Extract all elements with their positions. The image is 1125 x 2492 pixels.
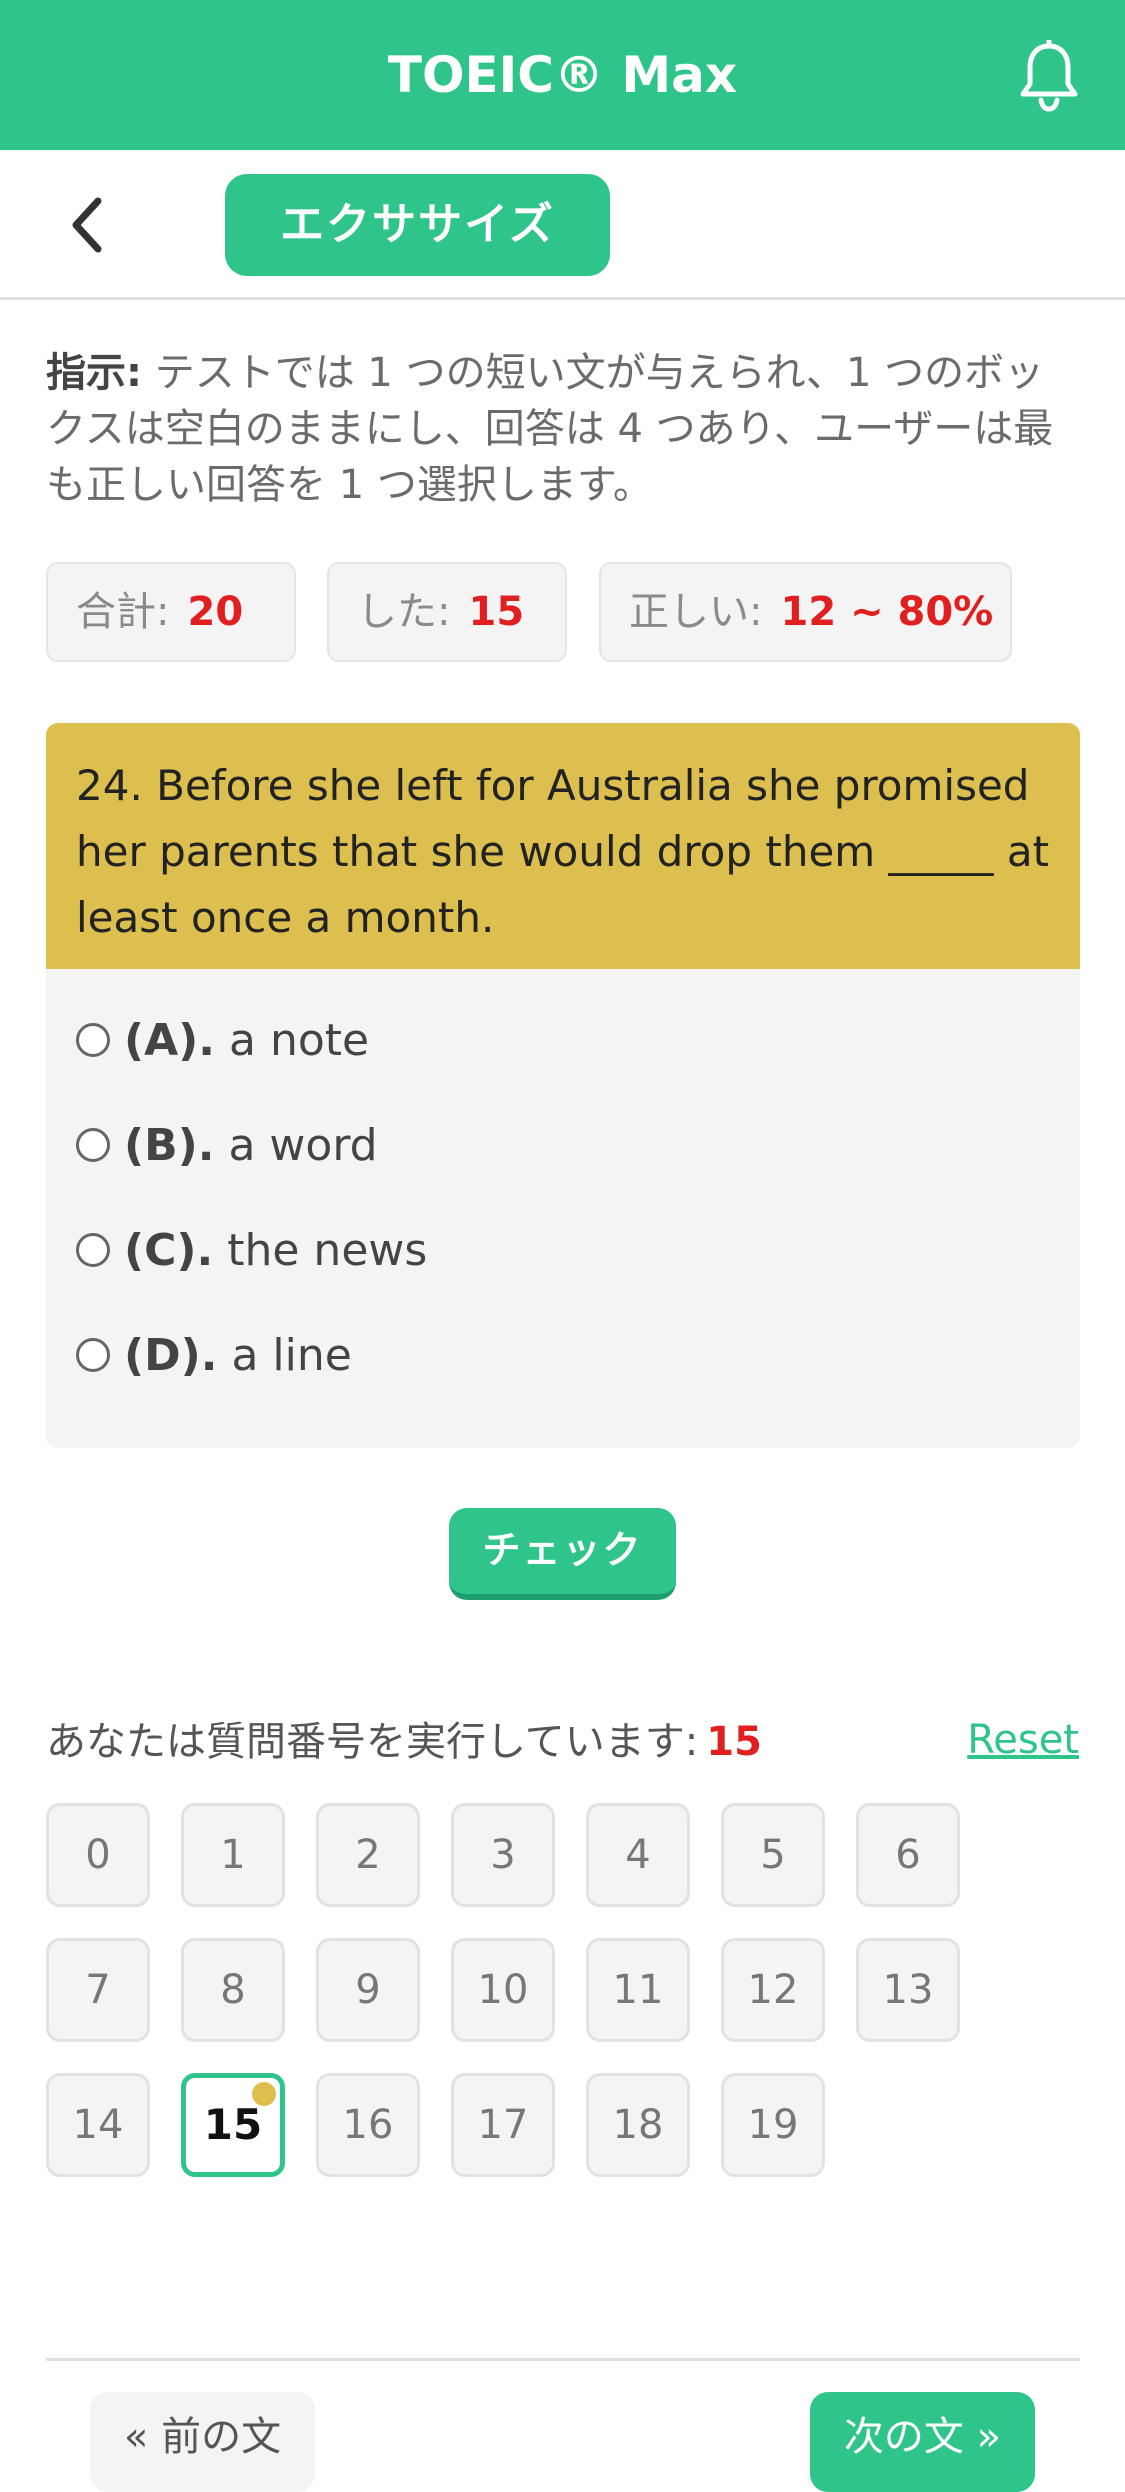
option-letter: (D). <box>124 1330 218 1381</box>
question-number-13[interactable]: 13 <box>856 1938 960 2042</box>
option-a[interactable]: (A). a note <box>76 1006 1046 1076</box>
question-number-7[interactable]: 7 <box>46 1938 150 2042</box>
question-card: 24. Before she left for Australia she pr… <box>46 723 1080 1448</box>
question-number-15-active[interactable]: 15 <box>181 2073 285 2177</box>
option-b[interactable]: (B). a word <box>76 1111 1046 1181</box>
stat-total-value: 20 <box>187 589 244 635</box>
option-c[interactable]: (C). the news <box>76 1216 1046 1286</box>
question-number-2[interactable]: 2 <box>316 1803 420 1907</box>
stat-done: した: 15 <box>327 562 567 662</box>
bell-icon[interactable] <box>1017 40 1081 112</box>
stat-correct-value: 12 ~ 80% <box>780 589 994 635</box>
sub-header: エクササイズ <box>0 150 1125 300</box>
question-number-19[interactable]: 19 <box>721 2073 825 2177</box>
radio-button[interactable] <box>76 1023 110 1057</box>
question-number-18[interactable]: 18 <box>586 2073 690 2177</box>
prev-button[interactable]: « 前の文 <box>90 2392 315 2492</box>
next-button[interactable]: 次の文 » <box>810 2392 1035 2492</box>
question-number-4[interactable]: 4 <box>586 1803 690 1907</box>
question-number-0[interactable]: 0 <box>46 1803 150 1907</box>
option-letter: (A). <box>124 1015 215 1066</box>
question-number-9[interactable]: 9 <box>316 1938 420 2042</box>
question-number-17[interactable]: 17 <box>451 2073 555 2177</box>
question-number-6[interactable]: 6 <box>856 1803 960 1907</box>
stat-total-label: 合計: <box>76 589 170 635</box>
radio-button[interactable] <box>76 1338 110 1372</box>
question-number-14[interactable]: 14 <box>46 2073 150 2177</box>
progress-label: あなたは質問番号を実行しています: 15 <box>46 1712 762 1772</box>
stat-done-value: 15 <box>468 589 525 635</box>
question-number-label: 15 <box>203 2100 263 2149</box>
check-button[interactable]: チェック <box>449 1508 676 1600</box>
question-number-3[interactable]: 3 <box>451 1803 555 1907</box>
question-number-1[interactable]: 1 <box>181 1803 285 1907</box>
instructions-text: テストでは 1 つの短い文が与えられ、1 つのボックスは空白のままにし、回答は … <box>46 350 1054 508</box>
app-bar: TOEIC® Max <box>0 0 1125 150</box>
progress-label-text: あなたは質問番号を実行しています: <box>46 1719 699 1765</box>
chevron-left-icon[interactable] <box>64 195 114 255</box>
status-dot-icon <box>252 2082 276 2106</box>
question-text: 24. Before she left for Australia she pr… <box>46 723 1080 969</box>
tab-exercise[interactable]: エクササイズ <box>225 174 610 276</box>
option-text: a line <box>231 1330 352 1381</box>
option-letter: (B). <box>124 1120 215 1171</box>
option-d[interactable]: (D). a line <box>76 1321 1046 1391</box>
question-number-12[interactable]: 12 <box>721 1938 825 2042</box>
divider <box>46 2358 1080 2361</box>
stat-done-label: した: <box>357 589 451 635</box>
instructions-label: 指示: <box>46 350 142 396</box>
question-number-10[interactable]: 10 <box>451 1938 555 2042</box>
option-text: a word <box>228 1120 378 1171</box>
question-number-8[interactable]: 8 <box>181 1938 285 2042</box>
progress-current: 15 <box>706 1719 762 1765</box>
stat-correct: 正しい: 12 ~ 80% <box>599 562 1012 662</box>
app-title: TOEIC® Max <box>387 46 738 104</box>
question-number-11[interactable]: 11 <box>586 1938 690 2042</box>
question-number-16[interactable]: 16 <box>316 2073 420 2177</box>
reset-link[interactable]: Reset <box>967 1710 1079 1770</box>
radio-button[interactable] <box>76 1128 110 1162</box>
option-text: the news <box>227 1225 428 1276</box>
question-number-5[interactable]: 5 <box>721 1803 825 1907</box>
instructions: 指示: テストでは 1 つの短い文が与えられ、1 つのボックスは空白のままにし、… <box>46 345 1076 513</box>
stat-total: 合計: 20 <box>46 562 296 662</box>
stat-correct-label: 正しい: <box>629 589 763 635</box>
option-letter: (C). <box>124 1225 214 1276</box>
radio-button[interactable] <box>76 1233 110 1267</box>
option-text: a note <box>229 1015 370 1066</box>
